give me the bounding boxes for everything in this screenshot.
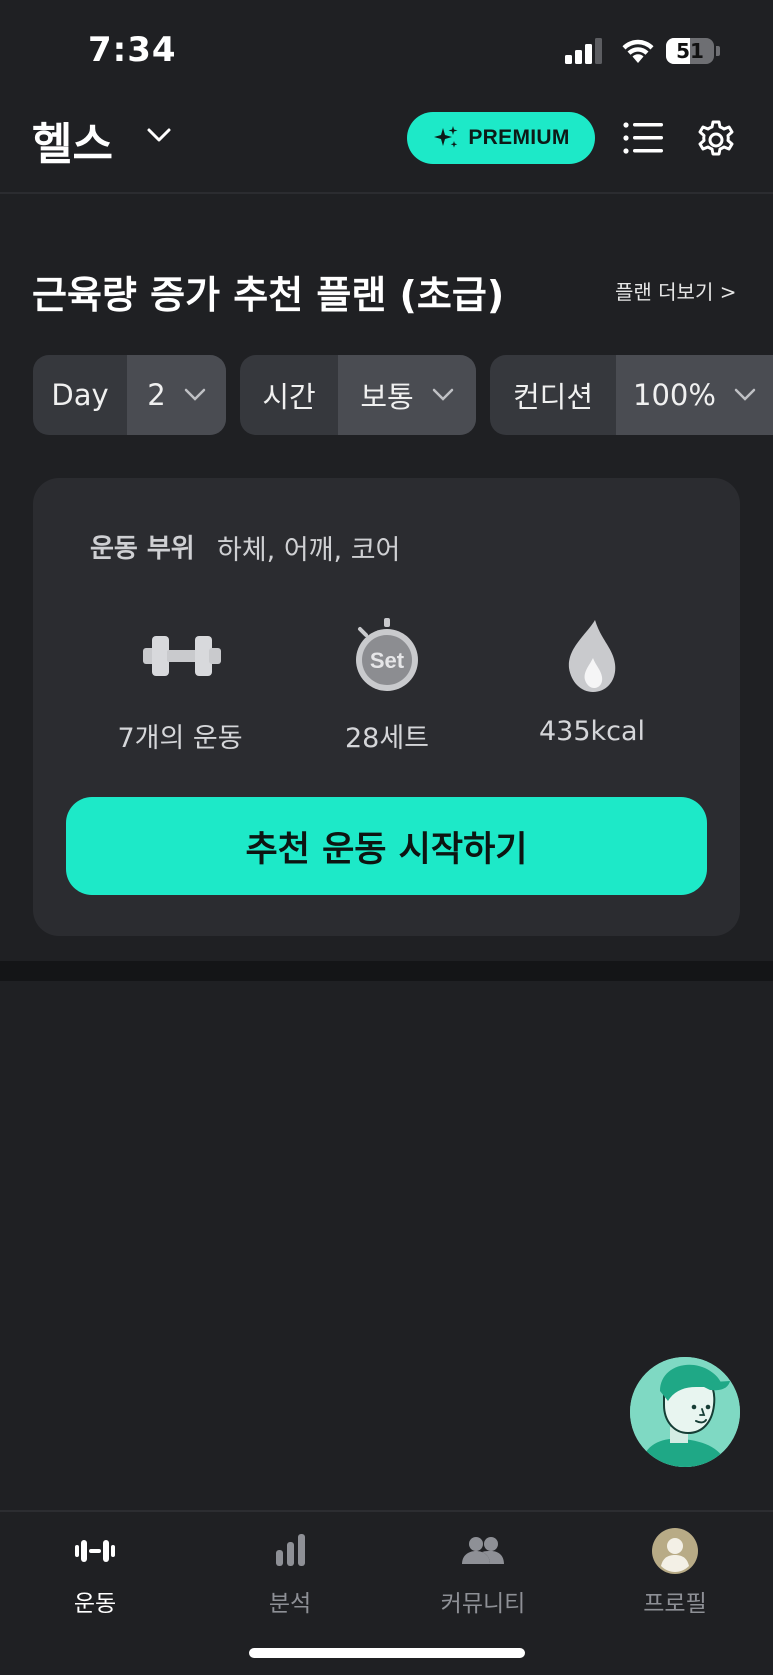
- nav-tab-community[interactable]: 커뮤니티: [408, 1528, 558, 1618]
- more-plans-link[interactable]: 플랜 더보기 >: [615, 276, 736, 305]
- app-title[interactable]: 헬스: [32, 108, 113, 172]
- header-divider: [0, 192, 773, 194]
- chevron-down-icon: [432, 388, 453, 401]
- sparkle-icon: [434, 126, 458, 148]
- target-area-value: 하체, 어깨, 코어: [217, 535, 401, 566]
- dumbbell-icon: [143, 636, 221, 676]
- start-workout-button[interactable]: 추천 운동 시작하기: [66, 797, 707, 895]
- gear-icon[interactable]: [694, 117, 738, 161]
- day-selector[interactable]: Day 2: [33, 355, 226, 435]
- chevron-down-icon[interactable]: [145, 125, 173, 145]
- nav-tab-profile[interactable]: 프로필: [600, 1528, 750, 1618]
- target-area-label: 운동 부위: [90, 534, 195, 564]
- home-indicator: [249, 1648, 525, 1658]
- day-value: 2: [147, 378, 166, 412]
- community-icon: [462, 1537, 504, 1564]
- stopwatch-set-icon: Set: [356, 618, 418, 691]
- day-label: Day: [51, 378, 109, 412]
- cellular-signal-icon: [565, 38, 602, 64]
- chevron-down-icon: [184, 388, 205, 401]
- exercise-count: 7개의 운동: [117, 723, 243, 754]
- condition-selector[interactable]: 컨디션 100%: [490, 355, 773, 435]
- list-icon[interactable]: [622, 120, 664, 156]
- battery-percent: 51: [676, 39, 704, 63]
- nav-label-workout: 운동: [73, 1591, 117, 1617]
- nav-tab-workout[interactable]: 운동: [20, 1528, 170, 1618]
- calorie-count: 435kcal: [538, 716, 646, 747]
- time-label: 시간: [262, 380, 316, 414]
- premium-label: PREMIUM: [468, 126, 570, 149]
- coach-avatar-icon: [630, 1357, 740, 1467]
- coach-avatar-button[interactable]: [630, 1357, 740, 1467]
- condition-label: 컨디션: [512, 380, 594, 414]
- plan-title: 근육량 증가 추천 플랜 (초급): [32, 273, 505, 317]
- chevron-down-icon: [734, 388, 756, 401]
- condition-value: 100%: [633, 378, 716, 412]
- nav-label-community: 커뮤니티: [440, 1591, 526, 1617]
- section-divider: [0, 961, 773, 981]
- time-value: 보통: [360, 380, 414, 414]
- workout-icon: [75, 1540, 115, 1562]
- time-selector[interactable]: 시간 보통: [240, 355, 476, 435]
- battery-icon: 51: [666, 38, 722, 64]
- nav-label-analysis: 분석: [268, 1591, 312, 1617]
- status-time: 7:34: [88, 30, 177, 70]
- set-icon-text: Set: [370, 648, 405, 673]
- profile-icon: [652, 1528, 698, 1574]
- flame-icon: [568, 620, 616, 692]
- analysis-icon: [276, 1534, 305, 1566]
- wifi-icon: [622, 39, 654, 63]
- nav-label-profile: 프로필: [643, 1591, 707, 1617]
- premium-button[interactable]: PREMIUM: [407, 112, 595, 164]
- set-count: 28세트: [344, 723, 430, 754]
- nav-tab-analysis[interactable]: 분석: [215, 1528, 365, 1618]
